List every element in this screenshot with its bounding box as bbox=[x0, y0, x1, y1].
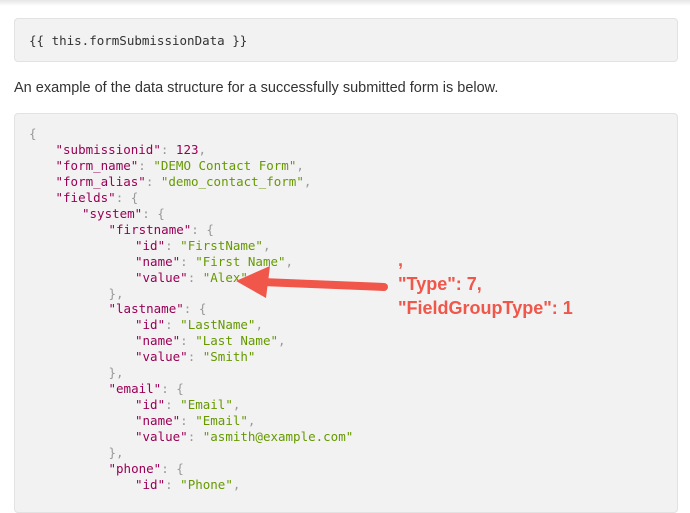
annotation-line-1: , bbox=[398, 250, 404, 270]
annotation-line-2: "Type": 7, bbox=[398, 274, 482, 294]
annotation: , "Type": 7, "FieldGroupType": 1 bbox=[398, 248, 573, 320]
arrow-icon bbox=[236, 266, 388, 298]
annotation-line-3: "FieldGroupType": 1 bbox=[398, 298, 573, 318]
